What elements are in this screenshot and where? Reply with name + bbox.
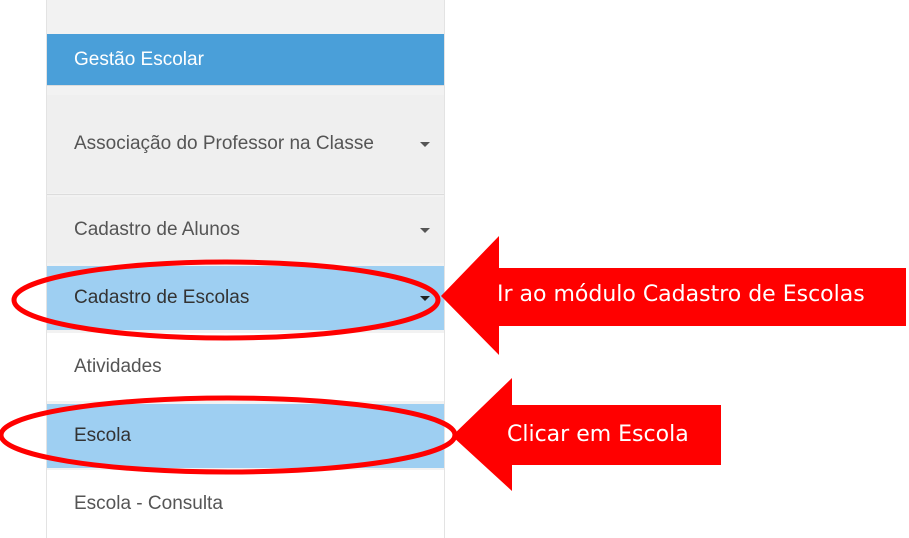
sidebar-subitem-atividades[interactable]: Atividades [47, 333, 444, 401]
sidebar-item-label: Cadastro de Alunos [74, 219, 240, 240]
sidebar-item-label: Cadastro de Escolas [74, 287, 250, 308]
sidebar-item-label: Atividades [74, 356, 162, 377]
sidebar-item-label: Escola [74, 425, 132, 446]
chevron-down-icon [420, 228, 430, 233]
sidebar-item-cadastro-alunos[interactable]: Cadastro de Alunos [47, 197, 444, 263]
annotation-callout-2: Clicar em Escola [507, 422, 689, 447]
chevron-down-icon [420, 142, 430, 147]
sidebar-subitem-escola[interactable]: Escola [47, 404, 444, 468]
sidebar-subitem-escola-consulta[interactable]: Escola - Consulta [47, 470, 444, 538]
sidebar-menu: Gestão Escolar Associação do Professor n… [46, 0, 445, 538]
sidebar-item-label: Gestão Escolar [74, 48, 204, 70]
sidebar-item-cadastro-escolas[interactable]: Cadastro de Escolas [47, 266, 444, 330]
sidebar-item-associacao-professor[interactable]: Associação do Professor na Classe [47, 95, 444, 193]
sidebar-item-label: Escola - Consulta [74, 493, 223, 514]
sidebar-header-gestao-escolar[interactable]: Gestão Escolar [47, 34, 444, 85]
chevron-down-icon [420, 296, 430, 301]
divider [47, 194, 444, 195]
divider [47, 85, 444, 86]
sidebar-item-label: Associação do Professor na Classe [74, 133, 374, 154]
annotation-callout-1: Ir ao módulo Cadastro de Escolas [497, 282, 865, 307]
